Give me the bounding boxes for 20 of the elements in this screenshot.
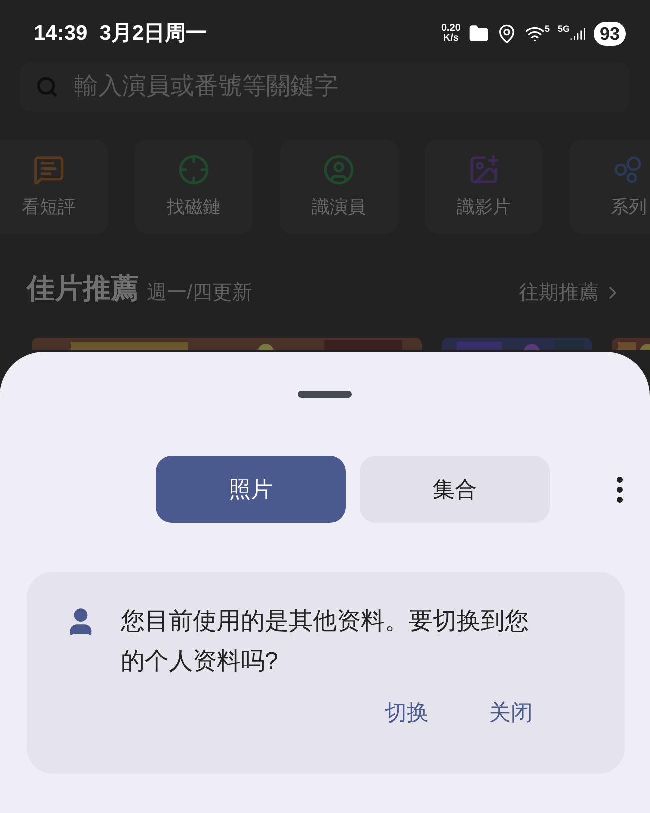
speed-unit: K/s xyxy=(443,34,459,44)
battery-level: 93 xyxy=(594,22,626,46)
section-title: 佳片推薦 xyxy=(27,272,139,306)
segment-tab[interactable]: 集合 xyxy=(360,456,550,523)
network-speed: 0.20 xyxy=(441,24,461,34)
section-subtitle: 週一/四更新 xyxy=(147,281,253,306)
segment-tab[interactable]: 照片 xyxy=(156,456,346,523)
notice-action[interactable]: 关闭 xyxy=(489,696,533,729)
notice-action[interactable]: 切换 xyxy=(385,696,429,729)
notice-text: 您目前使用的是其他资料。要切换到您的个人资料吗? xyxy=(121,607,530,677)
wifi-band-label: 5 xyxy=(544,23,550,36)
network-type: 5G xyxy=(558,23,570,36)
date-text: 3月2日周一 xyxy=(100,21,208,48)
shortcut-card[interactable]: 找磁鏈 xyxy=(135,140,253,234)
shortcut-card[interactable]: 識影片 xyxy=(425,140,543,234)
shortcut-card[interactable]: 識演員 xyxy=(280,140,398,234)
clock-time: 14:39 xyxy=(34,21,88,48)
history-link[interactable]: 往期推薦 xyxy=(519,278,623,310)
shortcut-card[interactable]: 看短評 xyxy=(0,140,108,234)
shortcut-card[interactable]: 系列 xyxy=(570,140,650,234)
